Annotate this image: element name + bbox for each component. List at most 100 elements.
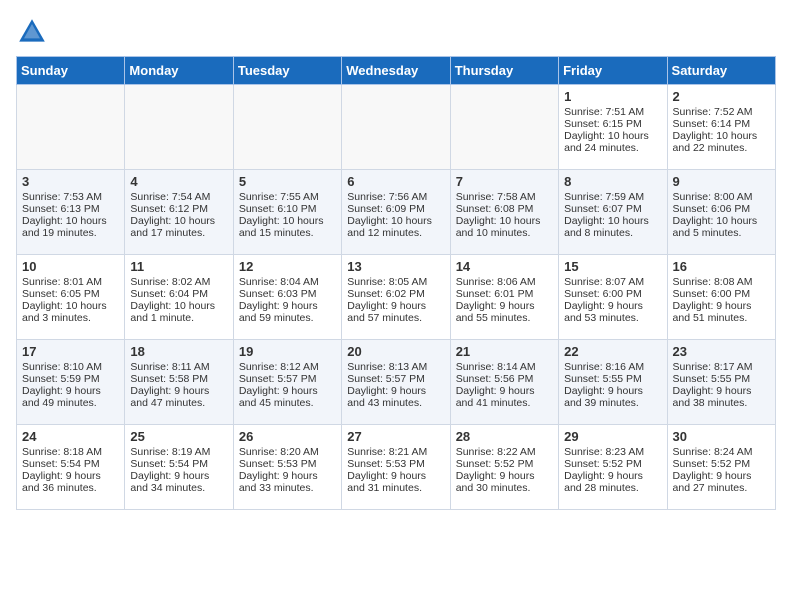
day-number: 28 — [456, 429, 553, 444]
day-info-line: Sunset: 6:04 PM — [130, 288, 227, 300]
day-number: 15 — [564, 259, 661, 274]
day-info-line: Daylight: 9 hours and 45 minutes. — [239, 385, 336, 409]
day-info-line: Sunrise: 8:21 AM — [347, 446, 444, 458]
day-info-line: Sunset: 6:05 PM — [22, 288, 119, 300]
calendar-week-row: 3Sunrise: 7:53 AMSunset: 6:13 PMDaylight… — [17, 170, 776, 255]
day-info-line: Sunset: 5:52 PM — [564, 458, 661, 470]
day-info-line: Daylight: 9 hours and 47 minutes. — [130, 385, 227, 409]
day-info-line: Daylight: 9 hours and 43 minutes. — [347, 385, 444, 409]
day-info-line: Daylight: 10 hours and 19 minutes. — [22, 215, 119, 239]
day-info-line: Sunset: 6:00 PM — [673, 288, 770, 300]
calendar-cell: 20 Sunrise: 8:13 AMSunset: 5:57 PMDayligh… — [342, 340, 450, 425]
day-info-line: Daylight: 9 hours and 55 minutes. — [456, 300, 553, 324]
day-number: 8 — [564, 174, 661, 189]
calendar-table: SundayMondayTuesdayWednesdayThursdayFrid… — [16, 56, 776, 510]
day-info-line: Sunrise: 8:01 AM — [22, 276, 119, 288]
calendar-cell: 6 Sunrise: 7:56 AMSunset: 6:09 PMDaylight… — [342, 170, 450, 255]
weekday-header-thursday: Thursday — [450, 57, 558, 85]
day-number: 27 — [347, 429, 444, 444]
calendar-cell: 3Sunrise: 7:53 AMSunset: 6:13 PMDaylight… — [17, 170, 125, 255]
day-number: 6 — [347, 174, 444, 189]
calendar-cell: 25Sunrise: 8:19 AMSunset: 5:54 PMDayligh… — [125, 425, 233, 510]
calendar-cell: 15Sunrise: 8:07 AMSunset: 6:00 PMDayligh… — [559, 255, 667, 340]
day-info-line: Sunrise: 7:51 AM — [564, 106, 661, 118]
day-info-line: Sunset: 5:58 PM — [130, 373, 227, 385]
day-info-line: Daylight: 9 hours and 57 minutes. — [347, 300, 444, 324]
day-info-line: Daylight: 9 hours and 31 minutes. — [347, 470, 444, 494]
day-info-line: Daylight: 10 hours and 12 minutes. — [347, 215, 444, 239]
day-info-line: Sunset: 5:57 PM — [347, 373, 444, 385]
calendar-week-row: 17Sunrise: 8:10 AMSunset: 5:59 PMDayligh… — [17, 340, 776, 425]
calendar-week-row: 10Sunrise: 8:01 AMSunset: 6:05 PMDayligh… — [17, 255, 776, 340]
calendar-cell: 24Sunrise: 8:18 AMSunset: 5:54 PMDayligh… — [17, 425, 125, 510]
day-info-line: Sunrise: 8:20 AM — [239, 446, 336, 458]
day-number: 26 — [239, 429, 336, 444]
calendar-cell: 27 Sunrise: 8:21 AMSunset: 5:53 PMDayligh… — [342, 425, 450, 510]
calendar-cell: 26Sunrise: 8:20 AMSunset: 5:53 PMDayligh… — [233, 425, 341, 510]
day-number: 19 — [239, 344, 336, 359]
logo-icon — [16, 16, 48, 48]
day-info-line: Daylight: 10 hours and 3 minutes. — [22, 300, 119, 324]
day-number: 11 — [130, 259, 227, 274]
weekday-header-tuesday: Tuesday — [233, 57, 341, 85]
day-info-line: Daylight: 9 hours and 41 minutes. — [456, 385, 553, 409]
day-info-line: Daylight: 9 hours and 51 minutes. — [673, 300, 770, 324]
day-number: 9 — [673, 174, 770, 189]
day-info-line: Daylight: 10 hours and 1 minute. — [130, 300, 227, 324]
calendar-cell: 12Sunrise: 8:04 AMSunset: 6:03 PMDayligh… — [233, 255, 341, 340]
day-number: 10 — [22, 259, 119, 274]
day-number: 21 — [456, 344, 553, 359]
day-info-line: Sunrise: 7:56 AM — [347, 191, 444, 203]
day-info-line: Sunset: 6:02 PM — [347, 288, 444, 300]
day-number: 7 — [456, 174, 553, 189]
day-number: 29 — [564, 429, 661, 444]
day-info-line: Sunrise: 8:22 AM — [456, 446, 553, 458]
day-info-line: Sunset: 6:00 PM — [564, 288, 661, 300]
calendar-cell: 22Sunrise: 8:16 AMSunset: 5:55 PMDayligh… — [559, 340, 667, 425]
day-info-line: Sunset: 5:54 PM — [22, 458, 119, 470]
calendar-cell: 17Sunrise: 8:10 AMSunset: 5:59 PMDayligh… — [17, 340, 125, 425]
day-info-line: Daylight: 10 hours and 5 minutes. — [673, 215, 770, 239]
day-info-line: Sunset: 5:52 PM — [673, 458, 770, 470]
day-info-line: Sunrise: 8:05 AM — [347, 276, 444, 288]
calendar-cell: 10 Sunrise: 8:01 AMSunset: 6:05 PMDayligh… — [17, 255, 125, 340]
calendar-week-row: 24 Sunrise: 8:18 AMSunset: 5:54 PM Dayligh… — [17, 425, 776, 510]
day-number: 4 — [130, 174, 227, 189]
day-info-line: Sunset: 5:55 PM — [564, 373, 661, 385]
day-info-line: Daylight: 9 hours and 28 minutes. — [564, 470, 661, 494]
calendar-cell — [342, 85, 450, 170]
day-info-line: Sunset: 5:55 PM — [673, 373, 770, 385]
weekday-header-row: SundayMondayTuesdayWednesdayThursdayFrid… — [17, 57, 776, 85]
day-number: 25 — [130, 429, 227, 444]
calendar-cell: 8Sunrise: 7:59 AMSunset: 6:07 PMDaylight… — [559, 170, 667, 255]
day-info-line: Daylight: 10 hours and 10 minutes. — [456, 215, 553, 239]
day-info-line: Sunrise: 8:18 AM — [22, 446, 119, 458]
day-info-line: Sunrise: 8:17 AM — [673, 361, 770, 373]
day-info-line: Sunset: 6:09 PM — [347, 203, 444, 215]
day-number: 24 — [22, 429, 119, 444]
day-info-line: Sunrise: 8:06 AM — [456, 276, 553, 288]
day-info-line: Sunset: 6:13 PM — [22, 203, 119, 215]
weekday-header-friday: Friday — [559, 57, 667, 85]
day-number: 20 — [347, 344, 444, 359]
day-number: 1 — [564, 89, 661, 104]
day-info-line: Sunrise: 7:59 AM — [564, 191, 661, 203]
day-info-line: Sunrise: 8:13 AM — [347, 361, 444, 373]
calendar-cell — [125, 85, 233, 170]
day-info-line: Daylight: 9 hours and 49 minutes. — [22, 385, 119, 409]
day-info-line: Sunset: 5:53 PM — [347, 458, 444, 470]
day-info-line: Sunset: 5:56 PM — [456, 373, 553, 385]
day-info-line: Sunrise: 8:10 AM — [22, 361, 119, 373]
day-info-line: Daylight: 9 hours and 33 minutes. — [239, 470, 336, 494]
calendar-cell: 4Sunrise: 7:54 AMSunset: 6:12 PMDaylight… — [125, 170, 233, 255]
day-info-line: Sunrise: 8:23 AM — [564, 446, 661, 458]
day-info-line: Sunset: 5:57 PM — [239, 373, 336, 385]
calendar-cell: 23Sunrise: 8:17 AMSunset: 5:55 PMDayligh… — [667, 340, 775, 425]
day-info-line: Sunset: 5:59 PM — [22, 373, 119, 385]
day-info-line: Sunrise: 7:53 AM — [22, 191, 119, 203]
calendar-cell: 13Sunrise: 8:05 AMSunset: 6:02 PMDayligh… — [342, 255, 450, 340]
day-info-line: Sunset: 6:10 PM — [239, 203, 336, 215]
calendar-cell: 14Sunrise: 8:06 AMSunset: 6:01 PMDayligh… — [450, 255, 558, 340]
day-info-line: Sunrise: 7:58 AM — [456, 191, 553, 203]
weekday-header-monday: Monday — [125, 57, 233, 85]
